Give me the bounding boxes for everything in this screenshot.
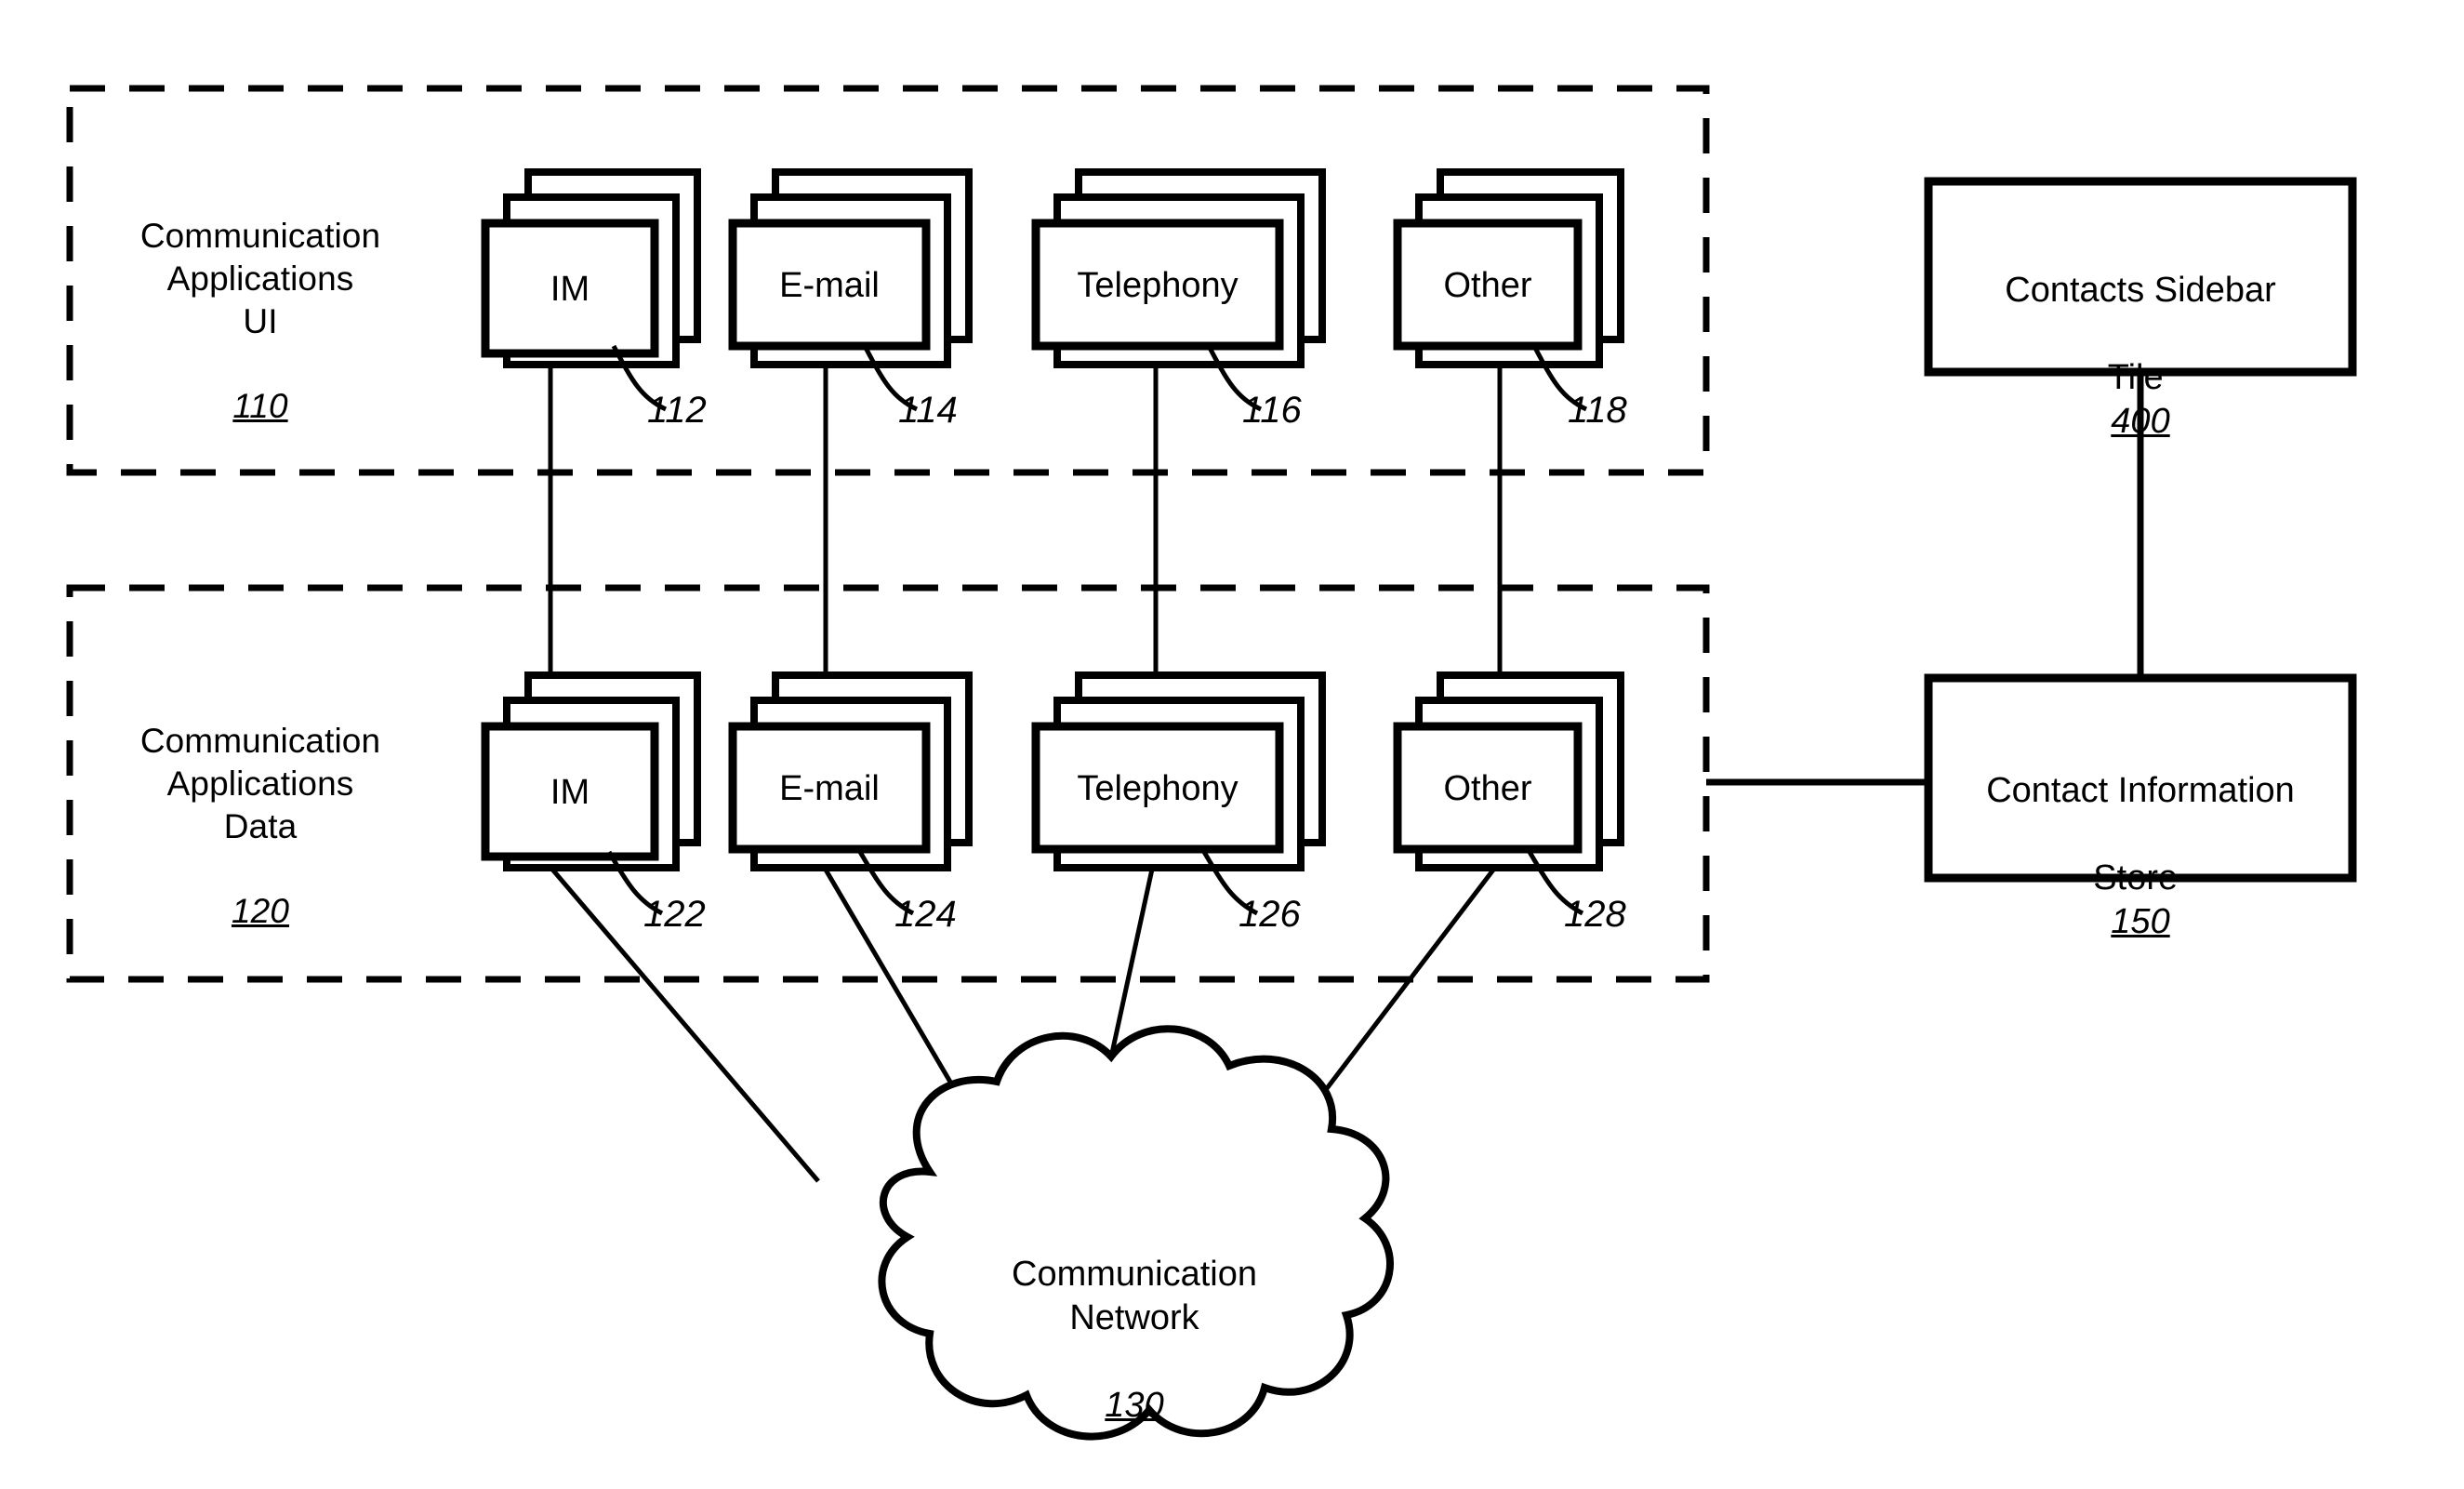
contact-information-store-box[interactable] bbox=[1924, 673, 2357, 883]
communication-network-cloud[interactable] bbox=[878, 1025, 1394, 1441]
ui-app-stack-other[interactable] bbox=[1393, 168, 1624, 368]
data-app-email-front-sheet bbox=[728, 722, 931, 854]
ui-app-other-front-sheet bbox=[1393, 219, 1583, 351]
data-app-stack-other[interactable] bbox=[1393, 671, 1624, 871]
contacts-sidebar-tile-box[interactable] bbox=[1924, 177, 2357, 377]
ui-app-stack-telephony[interactable] bbox=[1031, 168, 1326, 368]
ui-app-telephony-front-sheet bbox=[1031, 219, 1284, 351]
ui-app-im-front-sheet bbox=[481, 219, 659, 358]
ui-app-email-front-sheet bbox=[728, 219, 931, 351]
data-app-stack-telephony[interactable] bbox=[1031, 671, 1326, 871]
patent-figure: Communication Applications UI 110 Commun… bbox=[0, 0, 2464, 1489]
figure-canvas bbox=[66, 85, 2357, 1441]
data-app-im-front-sheet bbox=[481, 722, 659, 861]
data-app-other-front-sheet bbox=[1393, 722, 1583, 854]
ui-app-stack-email[interactable] bbox=[728, 168, 973, 368]
data-app-telephony-front-sheet bbox=[1031, 722, 1284, 854]
data-app-stack-email[interactable] bbox=[728, 671, 973, 871]
data-app-stack-im[interactable] bbox=[481, 671, 701, 871]
connector-im-data-to-network bbox=[547, 863, 820, 1183]
ui-app-stack-im[interactable] bbox=[481, 168, 701, 368]
